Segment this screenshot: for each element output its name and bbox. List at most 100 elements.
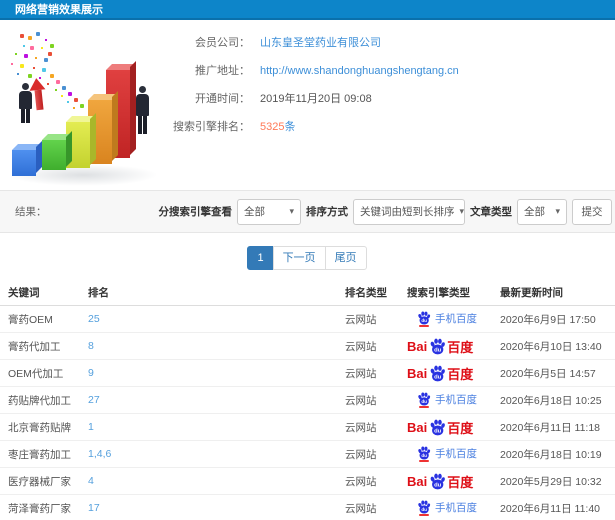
rank-link[interactable]: 1 (88, 421, 345, 433)
updated-cell: 2020年6月10日 13:40 (500, 340, 602, 353)
businessman-left (19, 83, 32, 123)
table-row: 膏药代加工 8 云网站 du 手机百度 Ba (0, 333, 615, 360)
rank-type-cell: 云网站 (345, 394, 377, 407)
baidu-cn-text: 百度 (447, 339, 474, 355)
baidu-cn-text: 百度 (447, 474, 474, 490)
rank-type-cell: 云网站 (345, 502, 377, 515)
rank-link[interactable]: 1,4,6 (88, 448, 345, 460)
updated-cell: 2020年6月9日 17:50 (500, 313, 596, 326)
keyword-cell: 医疗器械厂家 (8, 475, 71, 488)
table-row: 菏泽膏药厂家 17 云网站 du 手机百度 2020年6月11日 11:40 (0, 495, 615, 520)
mobile-baidu-logo: du 手机百度 (407, 310, 477, 327)
baidu-bai-text: Bai (407, 338, 428, 354)
baidu-logo: Bai du 百度 (407, 472, 473, 491)
engine-cell: du 手机百度 Bai du (407, 472, 500, 491)
header-rank-type: 排名类型 (345, 287, 387, 299)
baidu-logo: Bai du 百度 (407, 364, 473, 383)
keyword-cell: 北京膏药贴牌 (8, 421, 71, 434)
rank-type-cell: 云网站 (345, 421, 377, 434)
table-row: OEM代加工 9 云网站 du 手机百度 B (0, 360, 615, 387)
submit-button[interactable]: 提交 (572, 198, 612, 225)
baidu-paw-icon: du (429, 338, 446, 355)
keyword-cell: 药贴牌代加工 (8, 394, 71, 407)
updated-cell: 2020年6月11日 11:18 (500, 421, 601, 434)
table-header-row: 关键词 排名 排名类型 搜索引擎类型 最新更新时间 (0, 280, 615, 306)
baidu-bai-text: Bai (407, 473, 428, 489)
baidu-cn-text: 百度 (447, 420, 474, 436)
rank-type-cell: 云网站 (345, 313, 377, 326)
article-type-select[interactable]: 全部 ▾ (517, 198, 567, 225)
info-section: 会员公司： 山东皇圣堂药业有限公司 推广地址： http://www.shand… (0, 20, 615, 190)
rank-link[interactable]: 25 (88, 313, 345, 325)
header-engine-type: 搜索引擎类型 (407, 287, 470, 299)
header-updated: 最新更新时间 (500, 287, 563, 299)
top-bar: 网络营销效果展示 (0, 0, 615, 20)
baidu-logo: Bai du 百度 (407, 418, 473, 437)
baidu-cn-text: 百度 (447, 366, 474, 382)
engine-filter-label: 分搜索引擎查看 (158, 206, 233, 218)
svg-text:du: du (421, 399, 427, 404)
bar-blue (12, 141, 42, 176)
ranking-count-unit-link[interactable]: 条 (284, 120, 295, 134)
rank-type-cell: 云网站 (345, 367, 377, 380)
engine-cell: du 手机百度 Bai du (407, 391, 500, 409)
member-company-link[interactable]: 山东皇圣堂药业有限公司 (260, 36, 381, 50)
mobile-baidu-logo: du 手机百度 (407, 445, 477, 462)
article-type-label: 文章类型 (470, 206, 512, 218)
svg-text:du: du (434, 374, 442, 380)
baidu-paw-icon: du (417, 445, 431, 462)
engine-filter-select[interactable]: 全部 ▾ (237, 198, 301, 225)
bar-green (42, 131, 72, 170)
rank-type-cell: 云网站 (345, 448, 377, 461)
rank-link[interactable]: 17 (88, 502, 345, 514)
results-table: 关键词 排名 排名类型 搜索引擎类型 最新更新时间 膏药OEM 25 云网站 d… (0, 280, 615, 520)
promo-url-link[interactable]: http://www.shandonghuangshengtang.cn (260, 64, 459, 78)
keyword-cell: 枣庄膏药加工 (8, 448, 71, 461)
sort-label: 排序方式 (306, 206, 348, 218)
page-1-button[interactable]: 1 (247, 246, 274, 270)
svg-text:du: du (421, 318, 427, 323)
mobile-baidu-label: 手机百度 (435, 448, 477, 460)
baidu-paw-icon: du (417, 310, 431, 327)
rank-link[interactable]: 8 (88, 340, 345, 352)
engine-cell: du 手机百度 Bai du (407, 418, 500, 437)
filter-bar: 结果： 分搜索引擎查看 全部 ▾ 排序方式 关键词由短到长排序 ▾ 文章类型 全… (0, 190, 615, 233)
updated-cell: 2020年6月18日 10:25 (500, 394, 602, 407)
rank-link[interactable]: 9 (88, 367, 345, 379)
keyword-cell: 膏药OEM (8, 313, 53, 326)
engine-cell: du 手机百度 Bai du (407, 337, 500, 356)
pagination: 1 下一页 尾页 (0, 246, 615, 270)
caret-down-icon: ▾ (459, 206, 465, 216)
filter-controls: 分搜索引擎查看 全部 ▾ 排序方式 关键词由短到长排序 ▾ 文章类型 全部 ▾ … (158, 198, 615, 225)
table-row: 膏药OEM 25 云网站 du 手机百度 B (0, 306, 615, 333)
baidu-paw-icon: du (417, 499, 431, 516)
engine-cell: du 手机百度 Bai du (407, 499, 500, 517)
next-page-button[interactable]: 下一页 (272, 246, 326, 270)
ranking-count-value: 5325 (260, 121, 285, 133)
sort-select[interactable]: 关键词由短到长排序 ▾ (353, 198, 465, 225)
rank-link[interactable]: 4 (88, 475, 345, 487)
header-rank: 排名 (88, 287, 109, 299)
rank-link[interactable]: 27 (88, 394, 345, 406)
page-title: 网络营销效果展示 (15, 4, 103, 16)
engine-cell: du 手机百度 Bai du (407, 364, 500, 383)
baidu-bai-text: Bai (407, 419, 428, 435)
table-row: 北京膏药贴牌 1 云网站 du 手机百度 B (0, 414, 615, 441)
member-company-row: 会员公司： 山东皇圣堂药业有限公司 (0, 36, 615, 50)
sort-value: 关键词由短到长排序 (360, 206, 455, 218)
engine-cell: du 手机百度 Bai du (407, 310, 500, 328)
mobile-baidu-label: 手机百度 (435, 502, 477, 514)
keyword-cell: 菏泽膏药厂家 (8, 502, 71, 515)
mobile-baidu-logo: du 手机百度 (407, 499, 477, 516)
mobile-baidu-label: 手机百度 (435, 313, 477, 325)
keyword-cell: OEM代加工 (8, 367, 64, 380)
baidu-paw-icon: du (429, 473, 446, 490)
mobile-baidu-label: 手机百度 (435, 394, 477, 406)
last-page-button[interactable]: 尾页 (324, 246, 367, 270)
article-type-value: 全部 (524, 206, 545, 218)
svg-text:du: du (421, 453, 427, 458)
header-keyword: 关键词 (8, 287, 40, 299)
caret-down-icon: ▾ (289, 206, 294, 216)
svg-text:du: du (434, 482, 442, 488)
caret-down-icon: ▾ (555, 206, 560, 216)
